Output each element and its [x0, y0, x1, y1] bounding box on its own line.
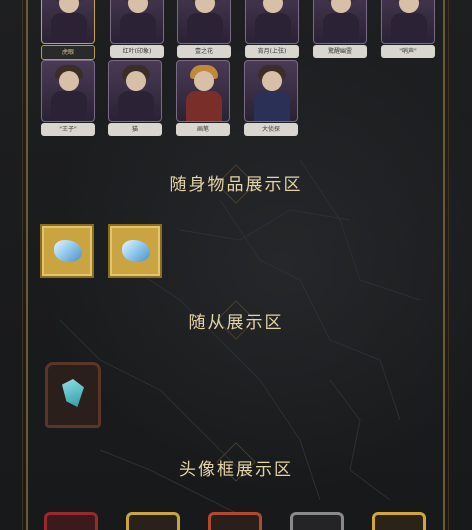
- character-card[interactable]: 虎眼: [41, 0, 95, 60]
- character-portrait: [245, 0, 299, 44]
- avatar-frame-item[interactable]: [208, 512, 262, 530]
- character-card[interactable]: 驚醒幽霊: [313, 0, 367, 58]
- character-card[interactable]: 宵月(上弦): [245, 0, 299, 58]
- avatar-frame-item[interactable]: [44, 512, 98, 530]
- character-portrait: [110, 0, 164, 44]
- character-card[interactable]: 猫: [108, 60, 162, 136]
- character-portrait: [176, 60, 230, 122]
- character-label: "王子": [41, 123, 95, 136]
- frame-edge-right: [448, 0, 449, 530]
- character-label: 大侦探: [244, 123, 298, 136]
- follower-section-title: 随从展示区: [188, 313, 284, 333]
- character-label: 虎眼: [41, 45, 95, 60]
- character-portrait: [313, 0, 367, 44]
- character-portrait: [41, 60, 95, 122]
- character-portrait: [108, 60, 162, 122]
- character-label: "哨声": [381, 45, 435, 58]
- frame-edge-left: [22, 0, 23, 530]
- frame-line-right: [443, 0, 445, 530]
- leaf-icon: [62, 379, 84, 407]
- avatar-frame-item[interactable]: [372, 512, 426, 530]
- character-card[interactable]: 红叶(印象): [110, 0, 164, 58]
- character-card[interactable]: 画笔: [176, 60, 230, 136]
- character-portrait: [381, 0, 435, 44]
- crystal-icon: [122, 240, 150, 262]
- frame-line-left: [26, 0, 28, 530]
- avatar-frame-item[interactable]: [126, 512, 180, 530]
- character-card[interactable]: 壹之花: [177, 0, 231, 58]
- avatar-frame-item[interactable]: [290, 512, 344, 530]
- character-label: 壹之花: [177, 45, 231, 58]
- character-label: 红叶(印象): [110, 45, 164, 58]
- character-label: 宵月(上弦): [245, 45, 299, 58]
- character-portrait: [244, 60, 298, 122]
- character-card[interactable]: "哨声": [381, 0, 435, 58]
- frame-section-title: 头像框展示区: [179, 460, 293, 480]
- character-label: 驚醒幽霊: [313, 45, 367, 58]
- crystal-icon: [54, 240, 82, 262]
- accessory-item[interactable]: [40, 224, 94, 278]
- character-card[interactable]: 大侦探: [244, 60, 298, 136]
- follower-item[interactable]: [45, 362, 101, 428]
- items-section-title: 随身物品展示区: [169, 175, 303, 195]
- accessory-item[interactable]: [108, 224, 162, 278]
- character-card[interactable]: "王子": [41, 60, 95, 136]
- character-label: 猫: [108, 123, 162, 136]
- character-portrait: [177, 0, 231, 44]
- character-label: 画笔: [176, 123, 230, 136]
- character-portrait: [41, 0, 95, 44]
